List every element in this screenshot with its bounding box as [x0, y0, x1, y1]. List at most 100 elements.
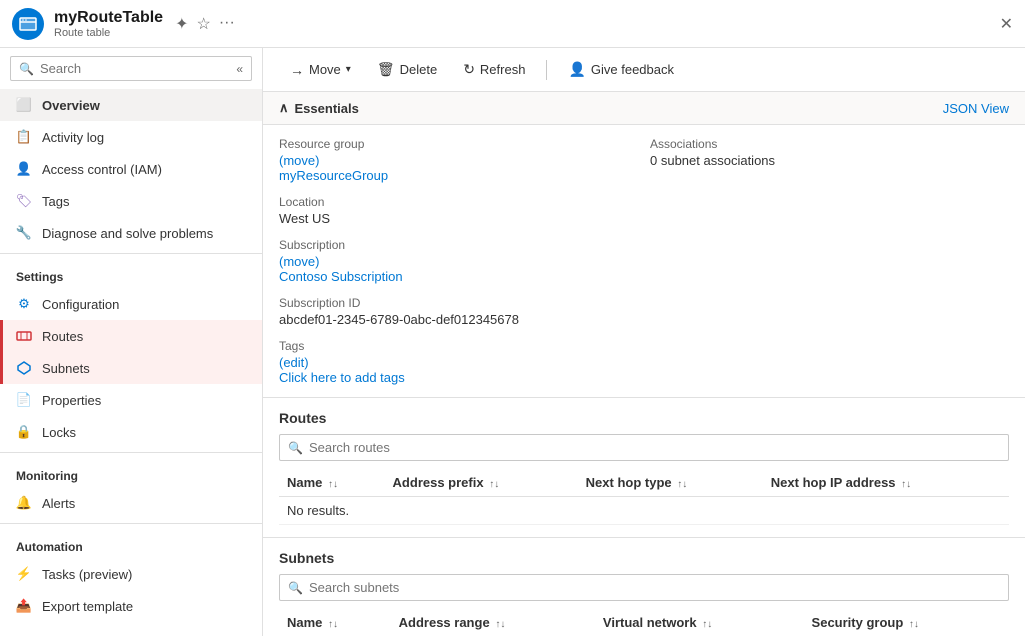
routes-sort-prefix[interactable]: ↑↓: [489, 479, 499, 490]
routes-table-header: Name ↑↓ Address prefix ↑↓ Next hop type …: [279, 469, 1009, 497]
content-area: → Move ▾ 🗑 Delete ↻ Refresh 👤 Give feedb…: [263, 48, 1025, 636]
search-box[interactable]: 🔍 «: [10, 56, 252, 81]
routes-sort-hop-ip[interactable]: ↑↓: [901, 479, 911, 490]
sidebar-item-diagnose[interactable]: 🔧 Diagnose and solve problems: [0, 217, 262, 249]
tags-icon: 🏷: [16, 193, 32, 209]
resource-group-label: Resource group: [279, 137, 638, 151]
sidebar-item-activity-log[interactable]: 📋 Activity log: [0, 121, 262, 153]
refresh-icon: ↻: [463, 61, 475, 78]
monitoring-label: Monitoring: [0, 457, 262, 487]
sidebar-item-configuration[interactable]: ⚙ Configuration: [0, 288, 262, 320]
close-button[interactable]: ✕: [1000, 14, 1013, 34]
activity-log-icon: 📋: [16, 129, 32, 145]
locks-label: Locks: [42, 425, 76, 440]
sidebar-item-alerts[interactable]: 🔔 Alerts: [0, 487, 262, 519]
essentials-title: ∧ Essentials: [279, 100, 359, 116]
subnets-search-input[interactable]: [309, 580, 1000, 595]
subnets-sort-sg[interactable]: ↑↓: [909, 619, 919, 630]
search-icon: 🔍: [19, 62, 34, 76]
location-value: West US: [279, 211, 638, 226]
diagnose-icon: 🔧: [16, 225, 32, 241]
subscription-link[interactable]: Contoso Subscription: [279, 269, 403, 284]
properties-icon: 📄: [16, 392, 32, 408]
collapse-essentials-icon[interactable]: ∧: [279, 100, 289, 116]
star-icon[interactable]: ☆: [196, 14, 210, 34]
subscription-move-link[interactable]: (move): [279, 254, 319, 269]
tags-add-link[interactable]: Click here to add tags: [279, 370, 405, 385]
resource-group-link[interactable]: myResourceGroup: [279, 168, 388, 183]
export-label: Export template: [42, 599, 133, 614]
empty-right: [650, 195, 1009, 226]
sidebar-item-tasks[interactable]: ⚡ Tasks (preview): [0, 558, 262, 590]
essentials-grid: Resource group (move) myResourceGroup As…: [263, 125, 1025, 398]
sidebar-item-access-control[interactable]: 👤 Access control (IAM): [0, 153, 262, 185]
access-control-icon: 👤: [16, 161, 32, 177]
tags-edit-link[interactable]: (edit): [279, 355, 309, 370]
routes-search-input[interactable]: [309, 440, 1000, 455]
routes-icon: [16, 328, 32, 344]
essentials-header: ∧ Essentials JSON View: [263, 92, 1025, 125]
search-input[interactable]: [40, 61, 236, 76]
routes-col-prefix: Address prefix ↑↓: [385, 469, 578, 497]
sidebar-item-tags[interactable]: 🏷 Tags: [0, 185, 262, 217]
more-icon[interactable]: ···: [219, 14, 235, 34]
move-button[interactable]: → Move ▾: [279, 56, 362, 84]
json-view-link[interactable]: JSON View: [943, 101, 1009, 116]
sidebar-item-subnets[interactable]: Subnets: [0, 352, 262, 384]
routes-col-hop-type: Next hop type ↑↓: [578, 469, 763, 497]
activity-log-label: Activity log: [42, 130, 104, 145]
routes-no-results: No results.: [279, 497, 1009, 525]
main-container: 🔍 « ⬜ Overview 📋 Activity log 👤 Access c…: [0, 48, 1025, 636]
locks-icon: 🔒: [16, 424, 32, 440]
alerts-icon: 🔔: [16, 495, 32, 511]
routes-sort-name[interactable]: ↑↓: [328, 479, 338, 490]
subscription-value: (move) Contoso Subscription: [279, 254, 638, 284]
routes-table: Name ↑↓ Address prefix ↑↓ Next hop type …: [279, 469, 1009, 525]
collapse-icon[interactable]: «: [236, 62, 243, 76]
subnets-col-sg: Security group ↑↓: [804, 609, 1009, 636]
subnets-table-header: Name ↑↓ Address range ↑↓ Virtual network…: [279, 609, 1009, 636]
access-control-label: Access control (IAM): [42, 162, 162, 177]
sidebar-item-locks[interactable]: 🔒 Locks: [0, 416, 262, 448]
title-actions: ✦ ☆ ···: [175, 14, 235, 34]
export-icon: 📤: [16, 598, 32, 614]
feedback-button[interactable]: 👤 Give feedback: [557, 55, 685, 84]
refresh-label: Refresh: [480, 62, 526, 77]
subnets-section: Subnets 🔍 Name ↑↓ Address range ↑↓: [263, 538, 1025, 636]
location-label: Location: [279, 195, 638, 209]
subnets-sort-name[interactable]: ↑↓: [328, 619, 338, 630]
subnets-col-name: Name ↑↓: [279, 609, 391, 636]
sidebar-item-routes[interactable]: Routes: [0, 320, 262, 352]
subnets-icon: [16, 360, 32, 376]
diagnose-label: Diagnose and solve problems: [42, 226, 213, 241]
resource-group-move-link[interactable]: (move): [279, 153, 319, 168]
routes-section: Routes 🔍 Name ↑↓ Address prefix ↑↓: [263, 398, 1025, 538]
sidebar-item-overview[interactable]: ⬜ Overview: [0, 89, 262, 121]
configuration-icon: ⚙: [16, 296, 32, 312]
tags-item: Tags (edit) Click here to add tags: [279, 339, 638, 385]
alerts-label: Alerts: [42, 496, 75, 511]
subnets-label: Subnets: [42, 361, 90, 376]
sidebar-item-export-template[interactable]: 📤 Export template: [0, 590, 262, 622]
routes-search-field[interactable]: 🔍: [279, 434, 1009, 461]
subscription-label: Subscription: [279, 238, 638, 252]
divider-settings: [0, 253, 262, 254]
location-item: Location West US: [279, 195, 638, 226]
move-dropdown-icon[interactable]: ▾: [346, 64, 351, 75]
subnets-sort-range[interactable]: ↑↓: [495, 619, 505, 630]
subnets-sort-vnet[interactable]: ↑↓: [702, 619, 712, 630]
sidebar-item-properties[interactable]: 📄 Properties: [0, 384, 262, 416]
empty-right3: [650, 296, 1009, 327]
toolbar-separator: [546, 60, 547, 80]
overview-icon: ⬜: [16, 97, 32, 113]
subnets-search-field[interactable]: 🔍: [279, 574, 1009, 601]
pin-icon[interactable]: ✦: [175, 14, 188, 34]
delete-button[interactable]: 🗑 Delete: [366, 55, 448, 84]
routes-sort-hop-type[interactable]: ↑↓: [677, 479, 687, 490]
settings-label: Settings: [0, 258, 262, 288]
empty-right4: [650, 339, 1009, 385]
subscription-item: Subscription (move) Contoso Subscription: [279, 238, 638, 284]
refresh-button[interactable]: ↻ Refresh: [452, 55, 536, 84]
routes-label: Routes: [42, 329, 83, 344]
configuration-label: Configuration: [42, 297, 119, 312]
